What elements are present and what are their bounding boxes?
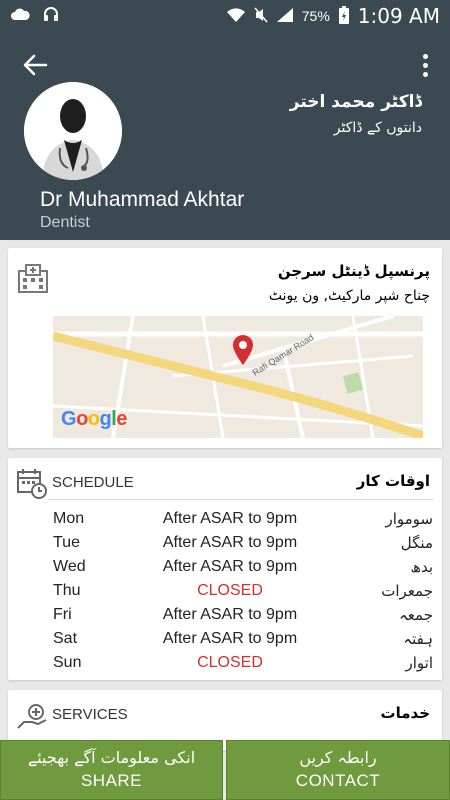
services-title-urdu: خدمات [380, 704, 430, 722]
schedule-day: Thu [53, 582, 81, 599]
doctor-avatar-icon [24, 82, 122, 180]
schedule-day-urdu: ہفتہ [403, 630, 433, 648]
location-map[interactable]: Rafi Qamar Road Google [53, 316, 423, 438]
schedule-day-urdu: جمعرات [381, 582, 433, 600]
doctor-header: ڈاکٹر محمد اختر دانتوں کے ڈاکٹر Dr Muham… [0, 32, 450, 240]
divider [48, 499, 434, 500]
arrow-left-icon [23, 54, 48, 76]
schedule-day-urdu: جمعہ [399, 606, 433, 624]
schedule-time: After ASAR to 9pm [162, 606, 298, 623]
schedule-row: Wed After ASAR to 9pm بدھ [53, 558, 433, 582]
services-title: SERVICES [52, 706, 128, 723]
wifi-icon [226, 7, 246, 26]
schedule-row: Fri After ASAR to 9pm جمعہ [53, 606, 433, 630]
schedule-row: Thu CLOSED جمعرات [53, 582, 433, 606]
schedule-time-closed: CLOSED [197, 654, 263, 671]
avatar [24, 82, 122, 180]
share-button-label-urdu: انکی معلومات آگے بھجیئے [27, 748, 196, 767]
schedule-row: Sat After ASAR to 9pm ہفتہ [53, 630, 433, 654]
schedule-card: SCHEDULE اوقات کار Mon After ASAR to 9pm… [8, 458, 442, 680]
google-logo: Google [61, 408, 127, 430]
clinic-card: پرنسپل ڈینٹل سرجن چناح شپر مارکیٹ, ون یو… [8, 248, 442, 448]
schedule-row: Sun CLOSED اتوار [53, 654, 433, 678]
schedule-day: Sun [53, 654, 82, 671]
schedule-day: Mon [53, 510, 85, 527]
doctor-title: Dentist [40, 214, 90, 231]
battery-level: 75% [301, 8, 330, 24]
calendar-clock-icon [16, 468, 48, 505]
schedule-day: Tue [53, 534, 80, 551]
battery-icon [338, 5, 350, 28]
contact-button[interactable]: رابطہ کریں CONTACT [226, 740, 450, 800]
clock: 1:09 AM [357, 4, 440, 28]
dot-icon [423, 63, 428, 68]
dot-icon [423, 54, 428, 59]
schedule-day: Wed [53, 558, 86, 575]
schedule-day: Fri [53, 606, 72, 623]
schedule-time: After ASAR to 9pm [162, 630, 298, 647]
schedule-title-urdu: اوقات کار [356, 472, 430, 490]
schedule-title: SCHEDULE [52, 474, 134, 491]
contact-button-label-urdu: رابطہ کریں [299, 748, 377, 767]
overflow-menu-button[interactable] [423, 54, 428, 77]
share-button-label: SHARE [80, 771, 143, 790]
schedule-day-urdu: سوموار [385, 510, 433, 528]
dot-icon [423, 72, 428, 77]
schedule-day-urdu: منگل [400, 534, 433, 552]
share-button[interactable]: انکی معلومات آگے بھجیئے SHARE [0, 740, 223, 800]
schedule-row: Tue After ASAR to 9pm منگل [53, 534, 433, 558]
schedule-time: After ASAR to 9pm [162, 510, 298, 527]
contact-button-label: CONTACT [295, 771, 381, 790]
hand-heart-icon [16, 702, 48, 737]
schedule-day: Sat [53, 630, 78, 647]
schedule-day-urdu: بدھ [410, 558, 433, 576]
signal-icon [276, 7, 294, 26]
schedule-time: After ASAR to 9pm [162, 534, 298, 551]
doctor-name-urdu: ڈاکٹر محمد اختر [289, 92, 422, 112]
status-bar: 75% 1:09 AM [0, 0, 450, 32]
doctor-title-urdu: دانتوں کے ڈاکٹر [333, 120, 422, 136]
back-button[interactable] [22, 54, 48, 81]
schedule-time: After ASAR to 9pm [162, 558, 298, 575]
clinic-address: چناح شپر مارکیٹ, ون یونٹ [268, 288, 430, 304]
schedule-time-closed: CLOSED [197, 582, 263, 599]
clinic-name: پرنسپل ڈینٹل سرجن [277, 262, 430, 280]
schedule-row: Mon After ASAR to 9pm سوموار [53, 510, 433, 534]
hospital-icon [16, 262, 50, 299]
mute-icon [254, 7, 268, 26]
cloud-icon [10, 7, 30, 26]
headphones-icon [42, 5, 60, 28]
schedule-day-urdu: اتوار [405, 654, 433, 672]
map-pin-icon [231, 334, 255, 371]
doctor-name: Dr Muhammad Akhtar [40, 188, 245, 211]
